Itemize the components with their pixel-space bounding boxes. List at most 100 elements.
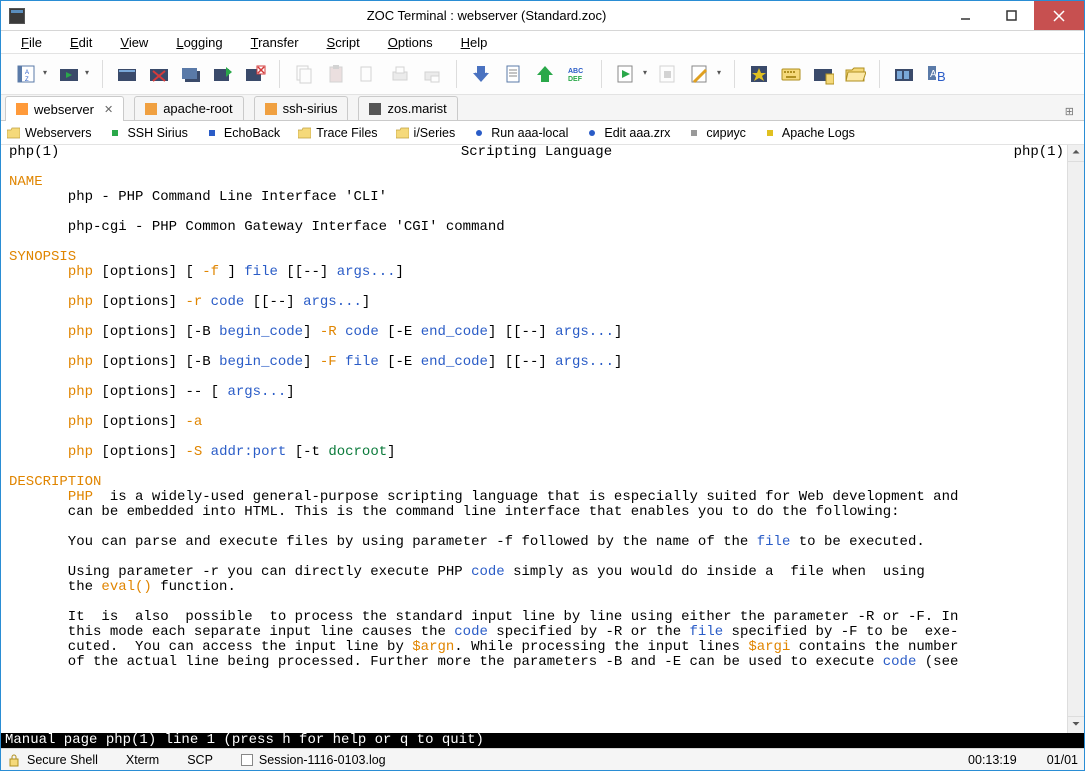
log-checkbox[interactable]	[241, 754, 253, 766]
session-profile-button[interactable]	[744, 59, 774, 89]
tab-icon	[265, 103, 277, 115]
man-header-center: Scripting Language	[461, 145, 612, 160]
folder-icon	[7, 127, 20, 139]
tab-zos-marist[interactable]: zos.marist	[358, 96, 457, 120]
menu-view[interactable]: View	[106, 33, 162, 52]
bookmark-label: Apache Logs	[782, 126, 855, 140]
dot-icon	[473, 127, 486, 139]
stop-script-button[interactable]	[653, 59, 683, 89]
bookmark-label: EchoBack	[224, 126, 280, 140]
bookmarks-bar: Webservers SSH Sirius EchoBack Trace Fil…	[1, 121, 1084, 145]
keyboard-map-button[interactable]	[776, 59, 806, 89]
new-session-button[interactable]	[176, 59, 206, 89]
text-transfer-button[interactable]	[498, 59, 528, 89]
close-session-button[interactable]	[240, 59, 270, 89]
bookmark-iseries[interactable]: i/Series	[396, 126, 456, 140]
reconnect-button[interactable]	[208, 59, 238, 89]
svg-text:ABC: ABC	[568, 68, 583, 75]
print-button[interactable]	[385, 59, 415, 89]
tab-apache-root[interactable]: apache-root	[134, 96, 243, 120]
status-time: 00:13:19	[968, 753, 1017, 767]
disconnect-button[interactable]	[144, 59, 174, 89]
dot-icon	[688, 127, 701, 139]
close-button[interactable]	[1034, 1, 1084, 30]
status-page: 01/01	[1047, 753, 1078, 767]
bookmark-run-aaa[interactable]: Run aaa-local	[473, 126, 568, 140]
window-title: ZOC Terminal : webserver (Standard.zoc)	[31, 8, 942, 23]
minimize-button[interactable]	[942, 1, 988, 30]
edit-script-button[interactable]	[685, 59, 725, 89]
paste-button[interactable]	[321, 59, 351, 89]
bookmark-label: сириус	[706, 126, 746, 140]
terminal-view[interactable]: php(1) Scripting Language php(1) NAME ph…	[1, 145, 1084, 748]
man-header-left: php(1)	[9, 145, 59, 160]
tab-label: ssh-sirius	[283, 101, 338, 116]
folder-icon	[298, 127, 311, 139]
run-script-button[interactable]	[611, 59, 651, 89]
status-connection-label: Secure Shell	[27, 753, 98, 767]
tab-overflow-icon[interactable]: ⊞	[1059, 103, 1080, 120]
tab-label: apache-root	[163, 101, 232, 116]
man-statusline: Manual page php(1) line 1 (press h for h…	[1, 733, 1084, 748]
man-body: NAME php - PHP Command Line Interface 'C…	[9, 160, 1080, 670]
download-button[interactable]	[466, 59, 496, 89]
menu-script[interactable]: Script	[313, 33, 374, 52]
copy-button[interactable]	[289, 59, 319, 89]
lock-icon	[7, 753, 21, 767]
man-header-right: php(1)	[1014, 145, 1064, 160]
menu-logging[interactable]: Logging	[162, 33, 236, 52]
tab-icon	[16, 103, 28, 115]
upload-button[interactable]	[530, 59, 560, 89]
bookmark-sirius-cyr[interactable]: сириус	[688, 126, 746, 140]
bookmark-edit-aaa[interactable]: Edit aaa.zrx	[586, 126, 670, 140]
menu-transfer[interactable]: Transfer	[237, 33, 313, 52]
open-folder-button[interactable]	[840, 59, 870, 89]
status-emulation: Xterm	[126, 753, 159, 767]
man-header: php(1) Scripting Language php(1)	[9, 145, 1080, 160]
menu-options[interactable]: Options	[374, 33, 447, 52]
svg-text:B: B	[937, 69, 946, 84]
connect-button[interactable]	[112, 59, 142, 89]
menu-file[interactable]: File	[7, 33, 56, 52]
abc-def-button[interactable]: ABCDEF	[562, 59, 592, 89]
clipboard-button[interactable]	[353, 59, 383, 89]
menu-edit[interactable]: Edit	[56, 33, 106, 52]
bookmark-ssh-sirius[interactable]: SSH Sirius	[109, 126, 187, 140]
quick-connect-button[interactable]	[53, 59, 93, 89]
dot-icon	[109, 127, 122, 139]
tab-label: webserver	[34, 102, 94, 117]
svg-text:DEF: DEF	[568, 76, 583, 83]
window-buttons	[942, 1, 1084, 30]
tab-bar: webserver ✕ apache-root ssh-sirius zos.m…	[1, 95, 1084, 121]
menu-help[interactable]: Help	[447, 33, 502, 52]
bookmark-apache-logs[interactable]: Apache Logs	[764, 126, 855, 140]
status-logfile[interactable]: Session-1116-0103.log	[241, 753, 386, 767]
dot-icon	[206, 127, 219, 139]
bookmark-trace-files[interactable]: Trace Files	[298, 126, 377, 140]
bookmark-label: Trace Files	[316, 126, 377, 140]
svg-text:Z: Z	[25, 77, 29, 83]
scroll-up-icon[interactable]: ⏶	[1068, 145, 1084, 162]
options-button[interactable]	[889, 59, 919, 89]
svg-text:A: A	[25, 70, 29, 76]
bookmark-label: Webservers	[25, 126, 91, 140]
scroll-down-icon[interactable]: ⏷	[1068, 716, 1084, 733]
tab-webserver[interactable]: webserver ✕	[5, 96, 124, 121]
bookmark-label: SSH Sirius	[127, 126, 187, 140]
status-connection: Secure Shell	[7, 753, 98, 767]
maximize-button[interactable]	[988, 1, 1034, 30]
bookmark-webservers[interactable]: Webservers	[7, 126, 91, 140]
scrollbar[interactable]: ⏶ ⏷	[1067, 145, 1084, 733]
hostdir-button[interactable]: AZ	[11, 59, 51, 89]
tab-label: zos.marist	[387, 101, 446, 116]
bookmark-echoback[interactable]: EchoBack	[206, 126, 280, 140]
bookmark-label: Run aaa-local	[491, 126, 568, 140]
svg-text:A: A	[930, 69, 937, 80]
tab-ssh-sirius[interactable]: ssh-sirius	[254, 96, 349, 120]
print-preview-button[interactable]	[417, 59, 447, 89]
dot-icon	[764, 127, 777, 139]
host-directory-button[interactable]	[808, 59, 838, 89]
tab-close-icon[interactable]: ✕	[104, 103, 113, 116]
app-icon	[9, 8, 25, 24]
font-button[interactable]: AB	[921, 59, 951, 89]
